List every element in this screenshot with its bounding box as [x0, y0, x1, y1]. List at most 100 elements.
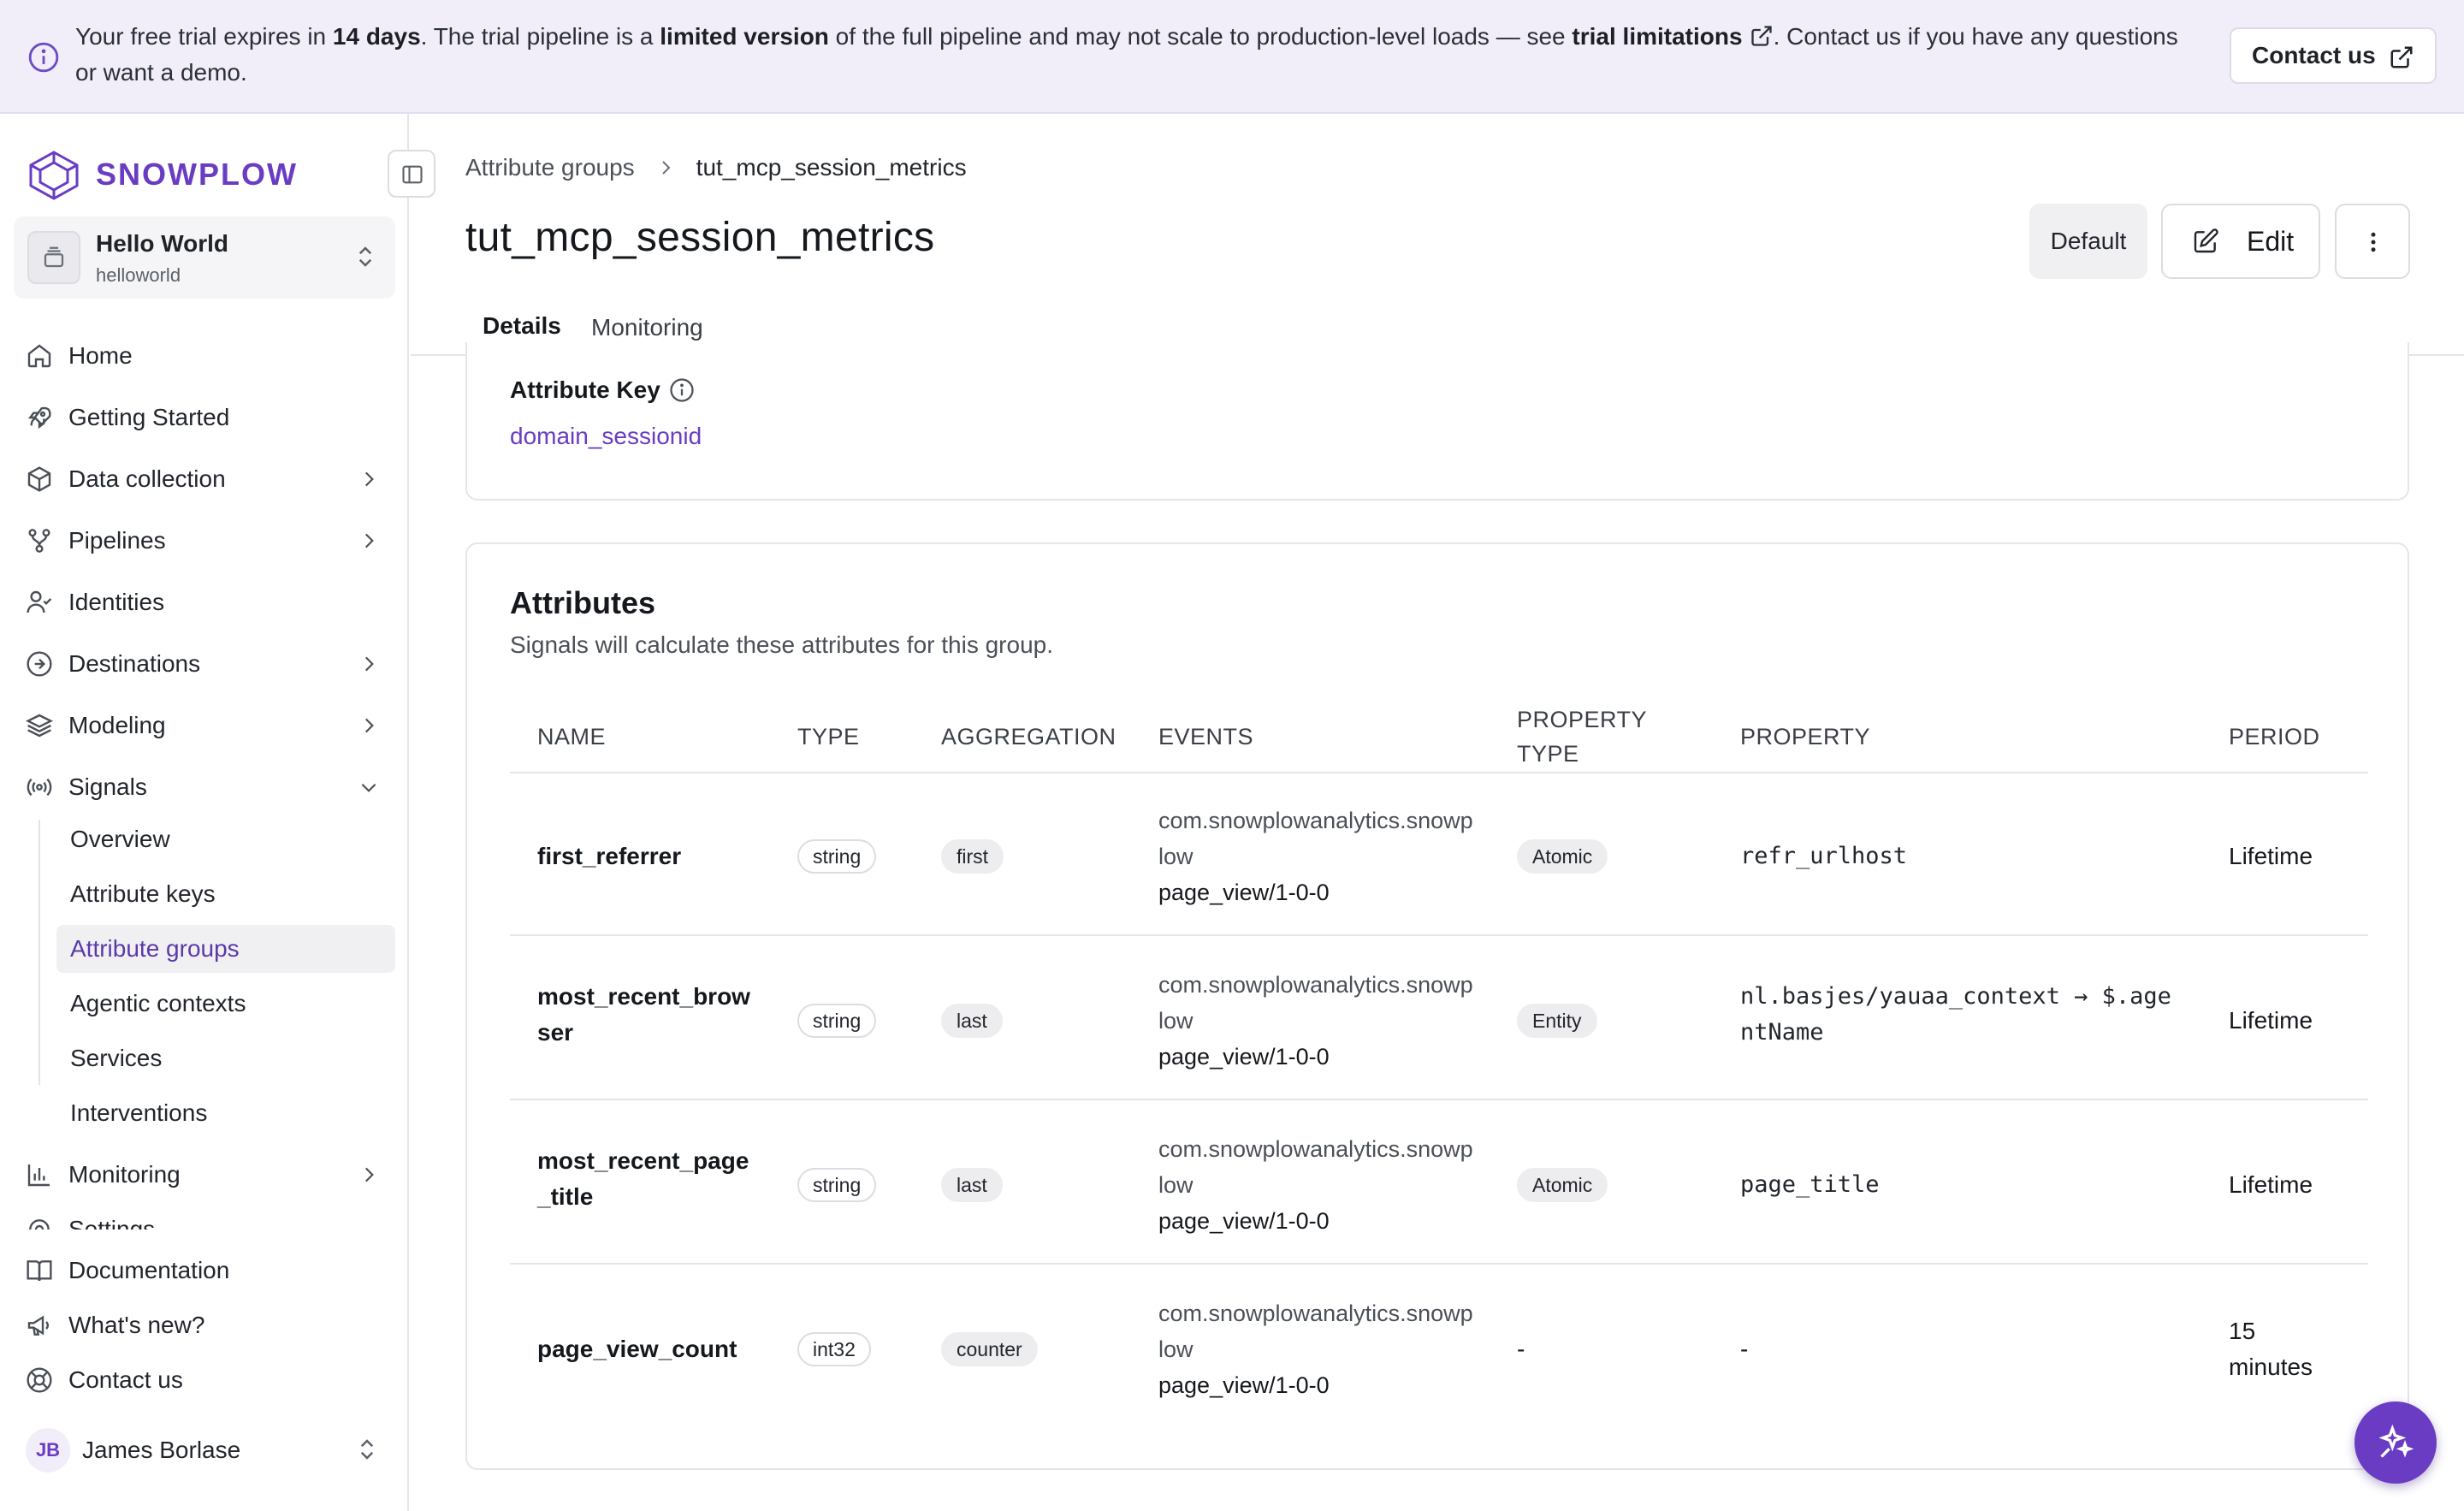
banner-text-3: of the full pipeline and may not scale t…: [828, 23, 1573, 50]
type-pill: string: [797, 1168, 877, 1202]
breadcrumb-attribute-groups[interactable]: Attribute groups: [465, 154, 635, 181]
attr-events: com.snowplowanalytics.snowplow page_view/…: [1158, 1295, 1475, 1403]
org-slug: helloworld: [96, 264, 181, 286]
column-header-name: NAME: [537, 724, 607, 750]
type-pill: string: [797, 839, 877, 874]
user-name: James Borlase: [82, 1437, 241, 1463]
gear-icon: [26, 1216, 53, 1230]
attribute-key-link[interactable]: domain_sessionid: [510, 423, 702, 450]
info-icon[interactable]: [669, 377, 695, 403]
nav-contact-us[interactable]: Contact us: [26, 1356, 394, 1404]
more-options-button[interactable]: [2335, 204, 2410, 279]
contact-us-button[interactable]: Contact us: [2230, 27, 2437, 84]
property-type-badge: Entity: [1517, 1002, 1597, 1040]
trial-limitations-link[interactable]: trial limitations: [1572, 23, 1742, 50]
aggregation-badge: last: [941, 1166, 1003, 1204]
property-type-pill: Entity: [1517, 1004, 1597, 1038]
attr-name: most_recent_browser: [537, 983, 750, 1046]
trial-banner: Your free trial expires in 14 days. The …: [0, 0, 2464, 114]
property-type-pill: Atomic: [1517, 1168, 1608, 1202]
nav-signals-attribute-keys[interactable]: Attribute keys: [56, 870, 395, 918]
nav-label: Destinations: [68, 650, 201, 677]
nav-data-collection[interactable]: Data collection: [26, 455, 394, 503]
column-header-aggregation: AGGREGATION: [941, 724, 1116, 750]
breadcrumb: Attribute groups tut_mcp_session_metrics: [465, 154, 967, 181]
event-vendor: com.snowplowanalytics.snowplow: [1158, 808, 1473, 869]
event-vendor: com.snowplowanalytics.snowplow: [1158, 1136, 1473, 1198]
nav-label: Pipelines: [68, 527, 166, 554]
chevron-right-icon: [358, 714, 380, 737]
attr-events: com.snowplowanalytics.snowplow page_view/…: [1158, 1131, 1475, 1239]
nav-documentation[interactable]: Documentation: [26, 1247, 394, 1295]
nav-signals-services[interactable]: Services: [56, 1034, 395, 1082]
attr-events: com.snowplowanalytics.snowplow page_view/…: [1158, 803, 1475, 910]
chevron-right-icon: [358, 468, 380, 490]
nav-label: Settings: [68, 1216, 156, 1230]
rocket-icon: [26, 404, 53, 431]
edit-icon: [2194, 228, 2218, 253]
type-badge: string: [797, 1166, 877, 1204]
nav-signals[interactable]: Signals: [26, 763, 394, 811]
nav-identities[interactable]: Identities: [26, 578, 394, 626]
nav-pipelines[interactable]: Pipelines: [26, 517, 394, 565]
aggregation-pill: first: [941, 839, 1004, 874]
nav-getting-started[interactable]: Getting Started: [26, 394, 394, 441]
event-vendor: com.snowplowanalytics.snowplow: [1158, 1301, 1473, 1362]
nav-monitoring[interactable]: Monitoring: [26, 1151, 394, 1199]
attribute-key-label: Attribute Key: [510, 376, 695, 404]
aggregation-badge: last: [941, 1002, 1003, 1040]
layers-icon: [26, 712, 53, 739]
nav-label: Contact us: [68, 1366, 183, 1393]
home-icon: [26, 342, 53, 370]
attributes-card: Attributes Signals will calculate these …: [465, 542, 2409, 1470]
megaphone-icon: [26, 1312, 53, 1339]
attr-property-type: -: [1517, 1336, 1525, 1362]
chevron-right-icon: [358, 1164, 380, 1186]
attributes-title: Attributes: [510, 585, 655, 620]
nav-whats-new[interactable]: What's new?: [26, 1301, 394, 1349]
event-name: page_view/1-0-0: [1158, 1208, 1330, 1234]
contact-us-label: Contact us: [2252, 42, 2376, 68]
ai-assistant-button[interactable]: [2354, 1401, 2437, 1484]
external-link-icon[interactable]: [1750, 24, 1774, 48]
user-check-icon: [26, 589, 53, 616]
nav-signals-interventions[interactable]: Interventions: [56, 1089, 395, 1137]
nav-signals-overview[interactable]: Overview: [56, 815, 395, 863]
nav-signals-attribute-groups[interactable]: Attribute groups: [56, 925, 395, 973]
event-name: page_view/1-0-0: [1158, 1372, 1330, 1398]
external-link-icon: [2389, 44, 2414, 70]
user-menu[interactable]: JB James Borlase: [26, 1425, 394, 1476]
attr-period: 15 minutes: [2229, 1318, 2313, 1380]
nav-home[interactable]: Home: [26, 332, 394, 380]
edit-button[interactable]: Edit: [2161, 204, 2320, 279]
type-badge: string: [797, 1002, 877, 1040]
nav-settings[interactable]: Settings: [26, 1204, 394, 1230]
event-name: page_view/1-0-0: [1158, 1044, 1330, 1070]
attribute-key-card: Attribute Key domain_sessionid: [465, 342, 2409, 501]
chevrons-up-down-icon: [354, 1437, 380, 1466]
nav-signals-agentic-contexts[interactable]: Agentic contexts: [56, 980, 395, 1028]
banner-limited: limited version: [660, 23, 829, 50]
column-header-period: PERIOD: [2229, 724, 2320, 750]
org-switcher[interactable]: Hello World helloworld: [14, 216, 395, 299]
sparkles-icon: [2378, 1424, 2414, 1458]
attr-property: refr_urlhost: [1740, 843, 1908, 869]
nav-modeling[interactable]: Modeling: [26, 702, 394, 750]
org-name: Hello World: [96, 230, 229, 257]
org-icon: [27, 231, 80, 284]
brand-name: SNOWPLOW: [96, 157, 298, 192]
aggregation-badge: first: [941, 838, 1004, 875]
collapse-sidebar-button[interactable]: [388, 150, 435, 198]
lifebuoy-icon: [26, 1366, 53, 1394]
aggregation-pill: last: [941, 1004, 1003, 1038]
attr-period: Lifetime: [2229, 1007, 2313, 1034]
row-divider: [510, 1099, 2368, 1100]
page-title: tut_mcp_session_metrics: [465, 215, 935, 260]
default-button[interactable]: Default: [2029, 204, 2147, 279]
aggregation-pill: counter: [941, 1332, 1038, 1366]
nav-label: Modeling: [68, 712, 166, 738]
attr-property: page_title: [1740, 1171, 1880, 1198]
nav-destinations[interactable]: Destinations: [26, 640, 394, 688]
attr-period: Lifetime: [2229, 843, 2313, 869]
snowplow-logo-icon[interactable]: [26, 150, 82, 201]
